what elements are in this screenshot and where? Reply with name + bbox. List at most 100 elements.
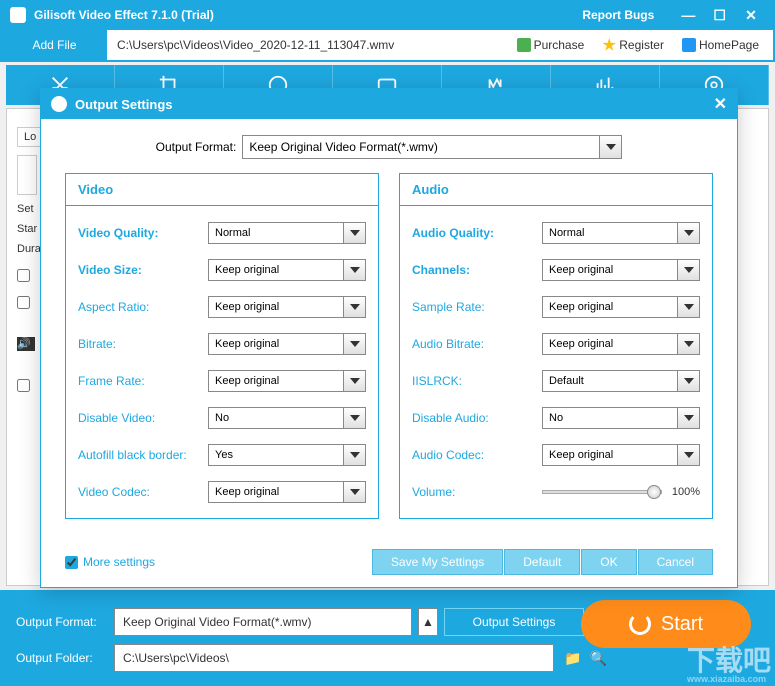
chevron-down-icon[interactable] <box>343 297 365 317</box>
output-settings-modal: Output Settings ✕ Output Format: Keep Or… <box>40 88 738 588</box>
audio-bitrate-label: Audio Bitrate: <box>412 337 542 351</box>
autofill-label: Autofill black border: <box>78 448 208 462</box>
chevron-down-icon[interactable] <box>343 408 365 428</box>
aspect-ratio-select[interactable]: Keep original <box>208 296 366 318</box>
slider-thumb[interactable] <box>647 485 661 499</box>
file-path: C:\Users\pc\Videos\Video_2020-12-11_1130… <box>107 38 517 52</box>
chevron-down-icon[interactable] <box>343 334 365 354</box>
output-format-dropdown[interactable]: ▲ <box>418 608 438 636</box>
chevron-down-icon[interactable] <box>677 223 699 243</box>
modal-icon <box>51 96 67 112</box>
window-buttons: — ☐ ✕ <box>674 7 765 24</box>
modal-close-button[interactable]: ✕ <box>714 94 727 114</box>
chevron-down-icon[interactable] <box>343 223 365 243</box>
video-codec-label: Video Codec: <box>78 485 208 499</box>
chevron-down-icon[interactable] <box>677 260 699 280</box>
autofill-select[interactable]: Yes <box>208 444 366 466</box>
channels-select[interactable]: Keep original <box>542 259 700 281</box>
modal-titlebar: Output Settings ✕ <box>41 89 737 119</box>
chevron-down-icon[interactable] <box>677 297 699 317</box>
audio-quality-select[interactable]: Normal <box>542 222 700 244</box>
close-button[interactable]: ✕ <box>737 7 765 24</box>
video-bitrate-select[interactable]: Keep original <box>208 333 366 355</box>
chevron-down-icon[interactable] <box>343 445 365 465</box>
checkbox-3[interactable] <box>17 379 30 392</box>
add-file-button[interactable]: Add File <box>2 30 107 60</box>
refresh-icon <box>629 613 651 635</box>
video-size-label: Video Size: <box>78 263 208 277</box>
chevron-down-icon[interactable] <box>677 371 699 391</box>
checkbox-2[interactable] <box>17 296 30 309</box>
audio-bitrate-select[interactable]: Keep original <box>542 333 700 355</box>
output-settings-button[interactable]: Output Settings <box>444 608 584 636</box>
disable-video-select[interactable]: No <box>208 407 366 429</box>
disable-audio-select[interactable]: No <box>542 407 700 429</box>
video-panel-head: Video <box>66 174 378 206</box>
header-links: Purchase Register HomePage <box>517 38 773 52</box>
aspect-ratio-label: Aspect Ratio: <box>78 300 208 314</box>
search-icon[interactable]: 🔍 <box>589 650 606 667</box>
chevron-down-icon[interactable] <box>343 482 365 502</box>
browse-folder-icon[interactable]: 📁 <box>564 650 581 667</box>
video-quality-select[interactable]: Normal <box>208 222 366 244</box>
report-bugs-link[interactable]: Report Bugs <box>582 8 654 22</box>
more-settings-input[interactable] <box>65 556 78 569</box>
iislrck-label: IISLRCK: <box>412 374 542 388</box>
chevron-down-icon[interactable] <box>677 334 699 354</box>
homepage-link[interactable]: HomePage <box>682 38 759 52</box>
chevron-down-icon[interactable] <box>343 260 365 280</box>
frame-rate-select[interactable]: Keep original <box>208 370 366 392</box>
bottom-bar: Output Format: ▲ Output Settings Output … <box>0 590 775 686</box>
audio-codec-label: Audio Codec: <box>412 448 542 462</box>
modal-title-text: Output Settings <box>75 97 173 112</box>
sample-rate-label: Sample Rate: <box>412 300 542 314</box>
audio-panel: Audio Audio Quality:Normal Channels:Keep… <box>399 173 713 519</box>
volume-icon: 🔊 <box>17 337 35 351</box>
disable-audio-label: Disable Audio: <box>412 411 542 425</box>
default-button[interactable]: Default <box>504 549 580 575</box>
output-folder-label: Output Folder: <box>16 651 108 665</box>
audio-panel-head: Audio <box>400 174 712 206</box>
top-row: Add File C:\Users\pc\Videos\Video_2020-1… <box>0 30 775 62</box>
video-size-select[interactable]: Keep original <box>208 259 366 281</box>
video-bitrate-label: Bitrate: <box>78 337 208 351</box>
video-codec-select[interactable]: Keep original <box>208 481 366 503</box>
sample-rate-select[interactable]: Keep original <box>542 296 700 318</box>
disable-video-label: Disable Video: <box>78 411 208 425</box>
channels-label: Channels: <box>412 263 542 277</box>
audio-quality-label: Audio Quality: <box>412 226 542 240</box>
frame-rate-label: Frame Rate: <box>78 374 208 388</box>
home-icon <box>682 38 696 52</box>
audio-codec-select[interactable]: Keep original <box>542 444 700 466</box>
volume-slider[interactable] <box>542 490 662 494</box>
save-settings-button[interactable]: Save My Settings <box>372 549 503 575</box>
volume-label: Volume: <box>412 485 542 499</box>
chevron-down-icon[interactable] <box>343 371 365 391</box>
maximize-button[interactable]: ☐ <box>706 7 734 24</box>
purchase-link[interactable]: Purchase <box>517 38 585 52</box>
cancel-button[interactable]: Cancel <box>638 549 713 575</box>
more-settings-checkbox[interactable]: More settings <box>65 555 155 569</box>
titlebar: Gilisoft Video Effect 7.1.0 (Trial) Repo… <box>0 0 775 30</box>
star-icon <box>602 38 616 52</box>
iislrck-select[interactable]: Default <box>542 370 700 392</box>
app-icon <box>10 7 26 23</box>
video-panel: Video Video Quality:Normal Video Size:Ke… <box>65 173 379 519</box>
volume-value: 100% <box>672 486 700 498</box>
video-quality-label: Video Quality: <box>78 226 208 240</box>
modal-output-format-label: Output Format: <box>156 140 237 154</box>
output-format-input[interactable] <box>114 608 412 636</box>
register-link[interactable]: Register <box>602 38 664 52</box>
minimize-button[interactable]: — <box>674 7 702 23</box>
chevron-down-icon[interactable] <box>677 408 699 428</box>
start-button[interactable]: Start <box>581 600 751 648</box>
cart-icon <box>517 38 531 52</box>
chevron-down-icon[interactable] <box>599 136 621 158</box>
checkbox-1[interactable] <box>17 269 30 282</box>
output-format-label: Output Format: <box>16 615 108 629</box>
ok-button[interactable]: OK <box>581 549 636 575</box>
app-title: Gilisoft Video Effect 7.1.0 (Trial) <box>34 8 582 22</box>
modal-output-format-select[interactable]: Keep Original Video Format(*.wmv) <box>242 135 622 159</box>
output-folder-input[interactable] <box>114 644 554 672</box>
chevron-down-icon[interactable] <box>677 445 699 465</box>
